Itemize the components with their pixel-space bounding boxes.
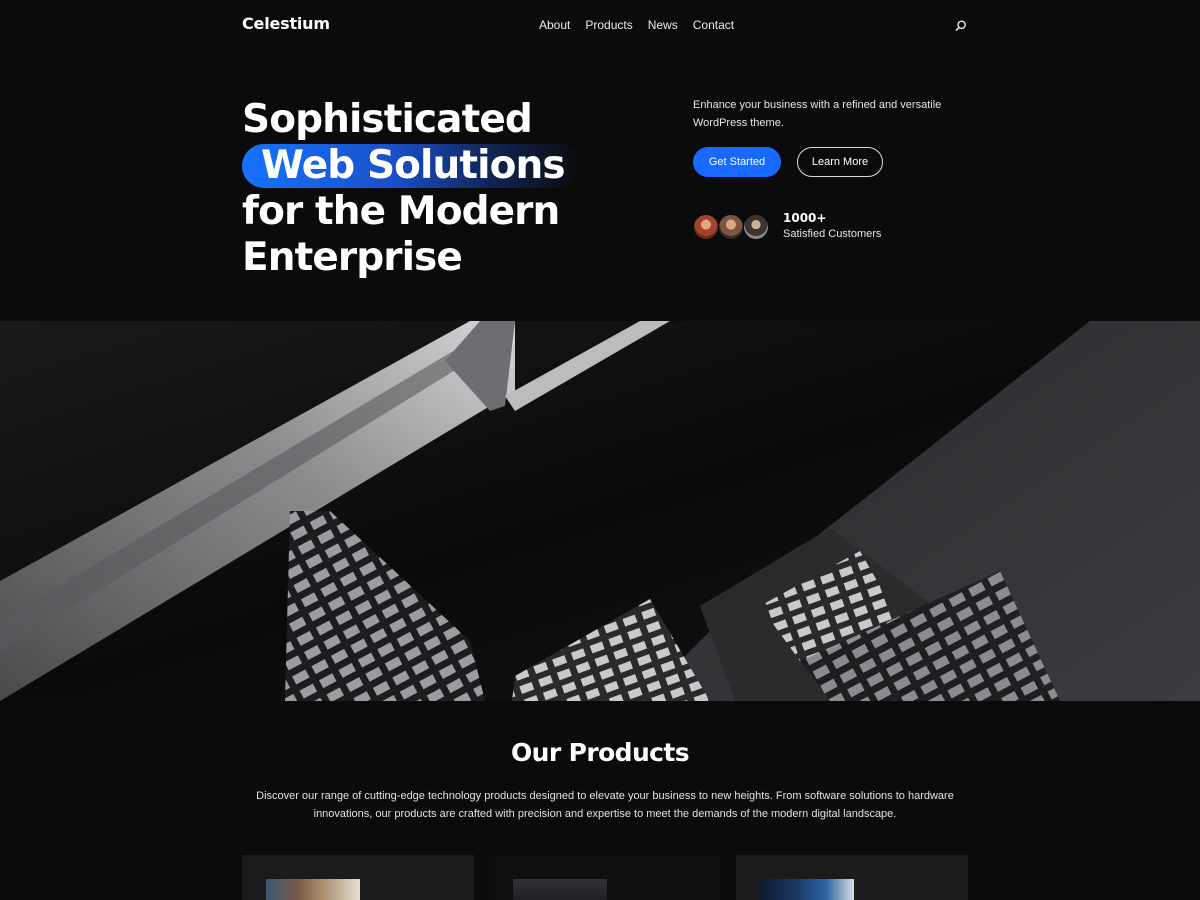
products-heading: Our Products [510,738,690,767]
search-icon[interactable] [954,19,968,33]
hero-heading-line1: Sophisticated [242,97,533,142]
hero-heading-line4: Enterprise [242,235,463,280]
product-image [266,879,360,900]
products-description: Discover our range of cutting-edge techn… [256,790,954,820]
nav-news[interactable]: News [648,18,678,32]
site-header: Celestium About Products News Contact [0,0,1200,52]
get-started-button[interactable]: Get Started [693,147,781,177]
hero-image [0,321,1200,701]
customer-avatars [693,214,771,240]
nav-about[interactable]: About [539,18,570,32]
hero-description: Enhance your business with a refined and… [693,99,942,129]
product-image [760,879,854,900]
avatar [743,214,769,240]
customer-count: 1000+ [783,211,827,225]
hero-heading-highlight: Web Solutions [242,144,581,188]
main-nav: About Products News Contact [539,18,734,32]
hero-heading-line3: for the Modern [242,189,560,234]
avatar [718,214,744,240]
customer-count-label: Satisfied Customers [783,228,882,240]
site-logo[interactable]: Celestium [242,14,330,33]
hero-heading: Sophisticated Web Solutions for the Mode… [242,97,581,281]
product-card[interactable] [242,855,474,900]
nav-contact[interactable]: Contact [693,18,734,32]
learn-more-button[interactable]: Learn More [797,147,883,177]
product-card[interactable] [736,855,968,900]
product-image [513,879,607,900]
product-card[interactable] [489,855,721,900]
nav-products[interactable]: Products [585,18,632,32]
avatar [693,214,719,240]
